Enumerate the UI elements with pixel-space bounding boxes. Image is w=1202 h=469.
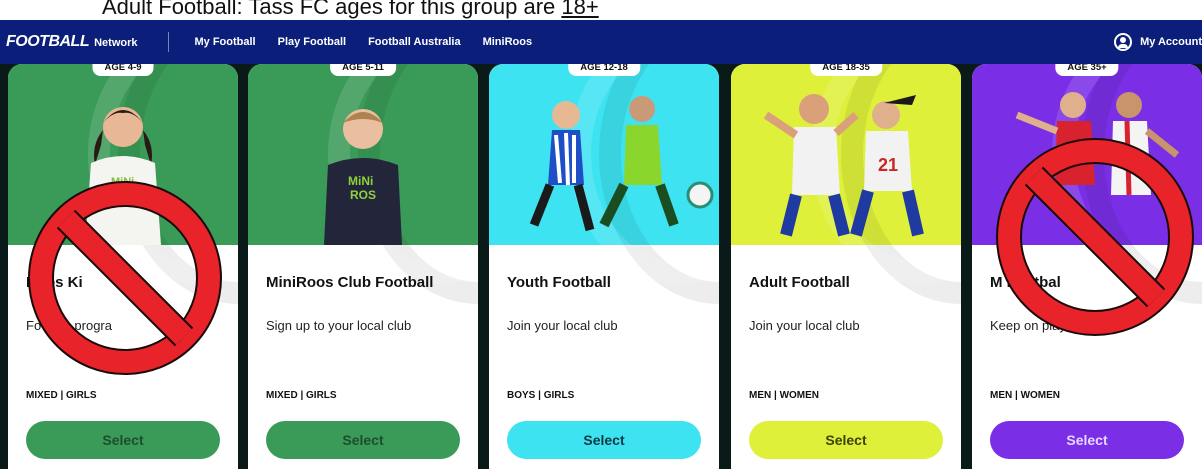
brand-logo[interactable]: FOOTBALL Network bbox=[6, 33, 138, 51]
nav-link-my-football[interactable]: My Football bbox=[195, 36, 256, 48]
select-button[interactable]: Select bbox=[749, 421, 943, 459]
nav-divider bbox=[167, 32, 169, 52]
nav-link-football-australia[interactable]: Football Australia bbox=[368, 36, 461, 48]
caption-text: Adult Football: Tass FC ages for this gr… bbox=[0, 0, 1202, 20]
select-button[interactable]: Select bbox=[266, 421, 460, 459]
card-photo bbox=[489, 64, 719, 304]
card-tags: MIXED | GIRLS bbox=[266, 390, 337, 401]
select-button[interactable]: Select bbox=[507, 421, 701, 459]
svg-text:MiNi: MiNi bbox=[348, 174, 373, 188]
brand-sub: Network bbox=[94, 37, 138, 49]
card-description: Join your local club bbox=[749, 318, 860, 333]
select-button[interactable]: Select bbox=[26, 421, 220, 459]
adult-players-image: 21 bbox=[763, 94, 924, 237]
prohibition-icon bbox=[996, 138, 1194, 336]
select-button[interactable]: Select bbox=[990, 421, 1184, 459]
program-card-miniroos-club: MiNi ROS AGE 5-11 MiniRoos Club Football… bbox=[248, 64, 478, 469]
card-tags: MEN | WOMEN bbox=[990, 390, 1061, 401]
my-account-button[interactable]: My Account bbox=[1114, 20, 1202, 64]
age-badge: AGE 5-11 bbox=[330, 64, 396, 76]
user-icon bbox=[1114, 33, 1133, 51]
age-badge: AGE 4-9 bbox=[92, 64, 154, 76]
card-title: Youth Football bbox=[507, 274, 611, 291]
age-badge: AGE 12-18 bbox=[568, 64, 640, 76]
age-badge: AGE 35+ bbox=[1055, 64, 1119, 76]
card-tags: MEN | WOMEN bbox=[749, 390, 820, 401]
nav-link-play-football[interactable]: Play Football bbox=[278, 36, 346, 48]
nav-link-miniroos[interactable]: MiniRoos bbox=[483, 36, 533, 48]
program-card-youth-football: AGE 12-18 Youth Football Join your local… bbox=[489, 64, 719, 469]
top-navigation-bar: FOOTBALL Network My Football Play Footba… bbox=[0, 20, 1202, 64]
card-title: Adult Football bbox=[749, 274, 850, 291]
svg-text:ROS: ROS bbox=[350, 188, 376, 202]
caption-emphasis: 18+ bbox=[561, 0, 599, 19]
card-tags: BOYS | GIRLS bbox=[507, 390, 575, 401]
caption-main: Adult Football: Tass FC ages for this gr… bbox=[102, 0, 562, 19]
prohibition-icon bbox=[28, 181, 222, 375]
age-badge: AGE 18-35 bbox=[810, 64, 882, 76]
youth-players-image bbox=[529, 96, 714, 232]
card-title: MiniRoos Club Football bbox=[266, 274, 434, 291]
brand-main: FOOTBALL bbox=[6, 33, 90, 50]
card-tags: MIXED | GIRLS bbox=[26, 390, 97, 401]
card-photo: MiNi ROS bbox=[248, 64, 478, 304]
nav-links: My Football Play Football Football Austr… bbox=[195, 36, 533, 48]
card-description: Sign up to your local club bbox=[266, 318, 412, 333]
card-description: Join your local club bbox=[507, 318, 618, 333]
program-card-adult-football: 21 AGE 18-35 Adult Football Join your lo… bbox=[731, 64, 961, 469]
child-player-image: MiNi ROS bbox=[324, 109, 402, 245]
svg-text:21: 21 bbox=[878, 155, 898, 175]
card-photo: 21 bbox=[731, 64, 961, 304]
my-account-label: My Account bbox=[1140, 36, 1202, 48]
